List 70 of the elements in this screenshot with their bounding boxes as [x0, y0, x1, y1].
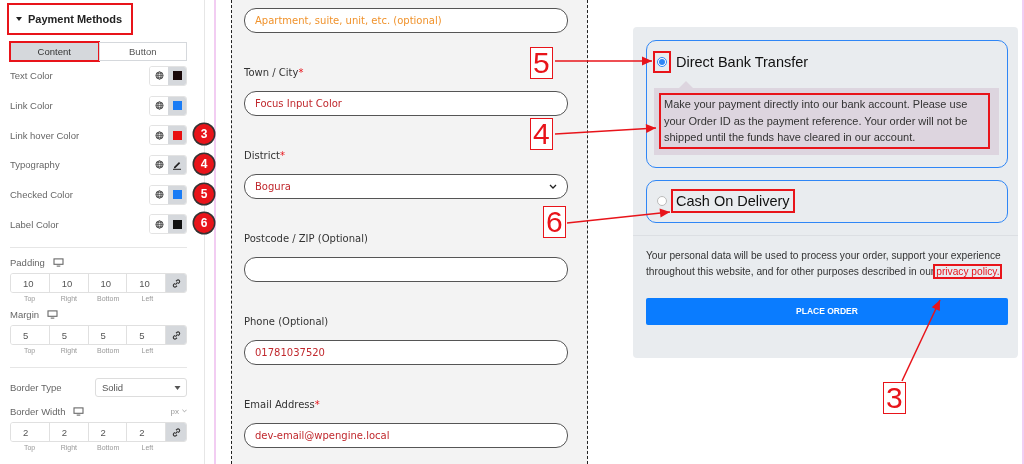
- tab[interactable]: Content: [10, 42, 99, 61]
- chevron-icon: [549, 184, 557, 189]
- link-values-button[interactable]: [166, 326, 186, 345]
- caret-icon: [182, 409, 187, 414]
- payment-method-label[interactable]: Cash On Delivery: [672, 190, 794, 212]
- privacy-notice: Your personal data will be used to process your order, support your experience throughout this website, and for other purposes described in our privacy policy.: [646, 248, 1003, 280]
- setting-label: Link Color: [10, 100, 53, 112]
- setting-label: Link hover Color: [10, 129, 80, 141]
- globe-icon: [154, 101, 164, 111]
- place-order-button[interactable]: PLACE ORDER: [646, 297, 1008, 325]
- setting-label: Label Color: [10, 218, 59, 230]
- step-badge: 6: [194, 213, 214, 234]
- number-input[interactable]: 2: [11, 423, 50, 442]
- globe-icon: [154, 160, 164, 170]
- text-field[interactable]: 01781037520: [244, 340, 568, 365]
- radio-button[interactable]: [657, 56, 667, 67]
- section-header[interactable]: Payment Methods: [8, 4, 133, 34]
- setting-label: Text Color: [10, 70, 53, 82]
- text-field[interactable]: Apartment, suite, unit, etc. (optional): [244, 8, 568, 33]
- setting-label: Border Type: [10, 382, 62, 394]
- color-picker[interactable]: [168, 96, 186, 115]
- field-label: Padding: [10, 256, 45, 268]
- globe-icon: [154, 190, 164, 200]
- monitor-icon[interactable]: [52, 257, 64, 267]
- border-type-select[interactable]: Solid: [95, 378, 187, 398]
- tab[interactable]: Button: [98, 42, 187, 61]
- color-picker[interactable]: [168, 215, 186, 234]
- link-values-button[interactable]: [166, 423, 186, 442]
- text-field[interactable]: Focus Input Color: [244, 91, 568, 116]
- edit-typography-button[interactable]: [168, 155, 186, 174]
- field-label: Town / City*: [244, 66, 305, 80]
- step-badge: 5: [194, 183, 214, 204]
- dropdown-field[interactable]: Bogura: [244, 174, 568, 199]
- globe-icon: [154, 130, 164, 140]
- payment-description: Make your payment directly into our bank account. Please use your Order ID as the payment reference. Your order will not be shipped until the funds have cleared in our account.: [660, 94, 989, 148]
- color-picker[interactable]: [168, 66, 186, 85]
- number-input[interactable]: 5: [11, 326, 50, 345]
- privacy-policy-link[interactable]: privacy policy.: [934, 264, 1002, 278]
- field-label: Border Width: [10, 405, 66, 417]
- caret-icon: [16, 17, 22, 21]
- callout-number: 4: [530, 118, 553, 150]
- link-icon: [171, 330, 181, 340]
- link-icon: [171, 427, 181, 437]
- globe-icon: [154, 219, 164, 229]
- caret-icon: [174, 385, 181, 390]
- payment-method-label[interactable]: Direct Bank Transfer: [672, 50, 813, 73]
- step-badge: 3: [194, 124, 214, 145]
- link-values-button[interactable]: [166, 274, 186, 293]
- field-label: Margin: [10, 308, 40, 320]
- callout-number: 3: [883, 382, 906, 414]
- callout-number: 5: [530, 47, 553, 79]
- monitor-icon[interactable]: [47, 309, 59, 319]
- number-input[interactable]: 10: [11, 274, 50, 293]
- field-label: Phone (Optional): [244, 315, 330, 329]
- field-label: Postcode / ZIP (Optional): [244, 232, 369, 246]
- callout-number: 6: [543, 206, 566, 238]
- setting-label: Typography: [10, 159, 60, 171]
- field-label: Email Address*: [244, 398, 321, 412]
- monitor-icon[interactable]: [73, 406, 85, 416]
- text-field[interactable]: [244, 257, 568, 282]
- setting-label: Checked Color: [10, 189, 73, 201]
- field-label: District*: [244, 149, 286, 163]
- step-badge: 4: [194, 154, 214, 175]
- radio-button[interactable]: [657, 196, 667, 206]
- color-picker[interactable]: [168, 185, 186, 204]
- text-field[interactable]: dev-email@wpengine.local: [244, 423, 568, 448]
- color-picker[interactable]: [168, 126, 186, 145]
- pencil-icon: [172, 159, 182, 170]
- globe-icon: [154, 71, 164, 81]
- link-icon: [171, 278, 181, 288]
